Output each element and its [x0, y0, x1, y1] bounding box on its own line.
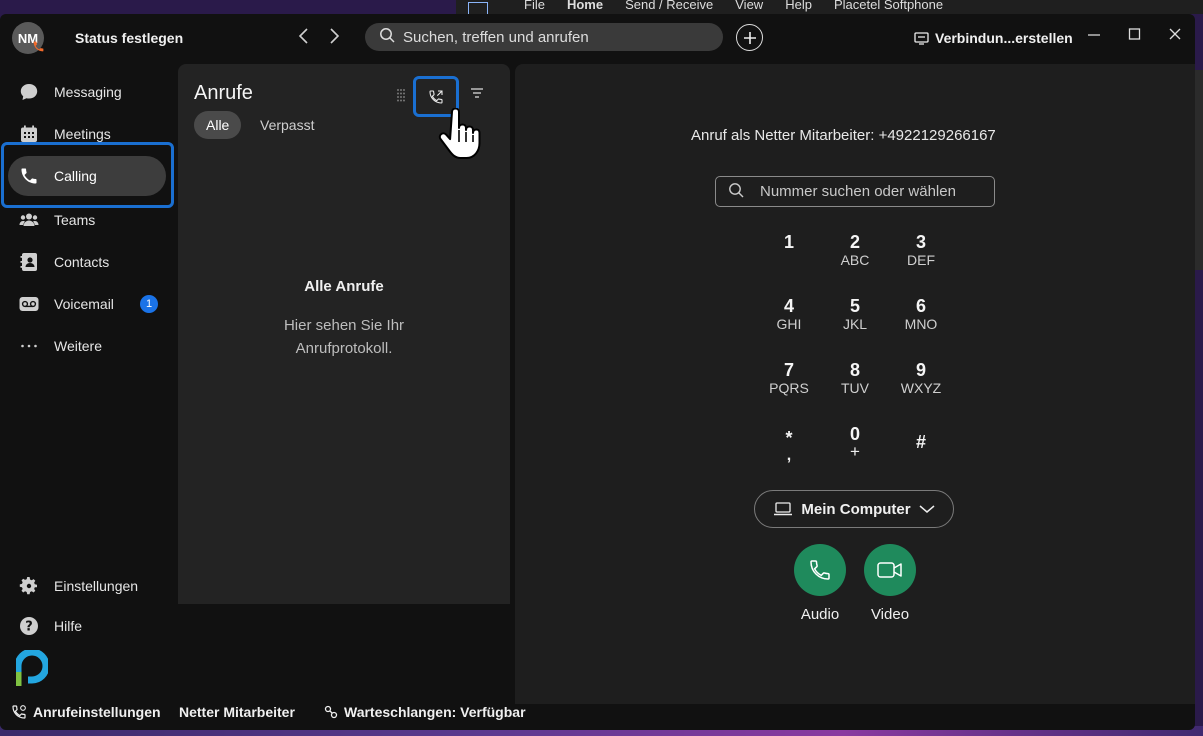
sidebar-item-label: Meetings	[54, 126, 111, 142]
help-button[interactable]: ? Hilfe	[8, 616, 82, 636]
set-status-button[interactable]: Status festlegen	[75, 30, 183, 46]
dial-search-placeholder: Nummer suchen oder wählen	[760, 183, 956, 200]
bg-menu-send-receive[interactable]: Send / Receive	[625, 0, 713, 12]
connect-device-button[interactable]: Verbindun...erstellen	[914, 30, 1073, 46]
help-label: Hilfe	[54, 618, 83, 634]
audio-call-button[interactable]	[794, 544, 846, 596]
queue-icon	[324, 705, 338, 719]
empty-state-title: Alle Anrufe	[304, 278, 384, 295]
global-search-input[interactable]: Suchen, treffen und anrufen	[365, 23, 723, 51]
bg-menu-view[interactable]: View	[735, 0, 763, 12]
background-menu: File Home Send / Receive View Help Place…	[524, 0, 943, 12]
calendar-icon	[18, 125, 40, 143]
video-label: Video	[870, 606, 910, 623]
drag-handle-icon[interactable]	[396, 88, 406, 105]
bg-menu-placetel[interactable]: Placetel Softphone	[834, 0, 943, 12]
hand-cursor-icon	[438, 107, 482, 165]
key-5[interactable]: 5 JKL	[825, 296, 885, 332]
sidebar-item-voicemail[interactable]: Voicemail 1	[8, 284, 166, 324]
bg-menu-help[interactable]: Help	[785, 0, 812, 12]
chat-icon	[18, 82, 40, 102]
filter-icon[interactable]	[470, 86, 484, 102]
settings-button[interactable]: Einstellungen	[8, 576, 138, 596]
empty-state-text: Hier sehen Sie Ihr Anrufprotokoll.	[283, 317, 405, 357]
key-hash[interactable]: #	[891, 432, 951, 452]
dialpad-panel: Anruf als Netter Mitarbeiter: +492212926…	[515, 64, 1195, 704]
voicemail-count-badge: 1	[140, 295, 158, 313]
phone-outgoing-icon	[429, 89, 443, 104]
phone-icon	[810, 560, 830, 580]
phone-settings-icon	[12, 705, 26, 719]
key-8[interactable]: 8 TUV	[825, 360, 885, 396]
gear-icon	[18, 576, 40, 596]
audio-label: Audio	[800, 606, 840, 623]
webex-window: NM Status festlegen Suchen, treffen und …	[0, 14, 1195, 730]
audio-device-label: Mein Computer	[801, 500, 911, 518]
key-2[interactable]: 2 ABC	[825, 232, 885, 268]
new-action-button[interactable]	[736, 24, 763, 51]
page-title: Anrufe	[194, 82, 253, 104]
help-icon: ?	[18, 616, 40, 636]
key-3[interactable]: 3 DEF	[891, 232, 951, 268]
sidebar-item-messaging[interactable]: Messaging	[8, 72, 166, 112]
caller-id-text: Anruf als Netter Mitarbeiter: +492212926…	[691, 127, 996, 144]
connect-device-label: Verbindun...erstellen	[935, 30, 1073, 46]
queue-status-button[interactable]: Warteschlangen: Verfügbar	[324, 704, 526, 720]
sidebar-item-label: Voicemail	[54, 296, 114, 312]
filter-missed-tab[interactable]: Verpasst	[248, 111, 326, 139]
call-settings-button[interactable]: Anrufeinstellungen	[11, 704, 161, 720]
sidebar-item-label: Contacts	[54, 254, 110, 270]
bg-menu-file[interactable]: File	[524, 0, 545, 12]
filter-all-tab[interactable]: Alle	[194, 111, 242, 139]
video-call-button[interactable]	[864, 544, 916, 596]
key-4[interactable]: 4 GHI	[759, 296, 819, 332]
status-bar: Anrufeinstellungen Netter Mitarbeiter Wa…	[0, 700, 1195, 730]
dial-search-input[interactable]: Nummer suchen oder wählen	[715, 176, 995, 207]
key-1[interactable]: 1	[759, 232, 819, 252]
sidebar-item-label: Messaging	[54, 84, 122, 100]
sidebar-item-teams[interactable]: Teams	[8, 200, 166, 240]
title-bar: NM Status festlegen Suchen, treffen und …	[0, 14, 1195, 62]
more-icon	[18, 343, 40, 349]
background-window-edge	[1194, 70, 1203, 270]
user-name-label: Netter Mitarbeiter	[179, 704, 295, 720]
audio-device-select[interactable]: Mein Computer	[754, 490, 954, 528]
user-name-text: Netter Mitarbeiter	[179, 704, 295, 720]
bg-menu-home[interactable]: Home	[567, 0, 603, 12]
search-icon	[728, 182, 744, 202]
close-icon[interactable]	[1168, 26, 1182, 47]
laptop-icon	[774, 502, 793, 516]
settings-label: Einstellungen	[54, 578, 139, 594]
sidebar: Messaging Meetings Calling Teams Contact…	[0, 62, 178, 662]
background-outlook-menubar: File Home Send / Receive View Help Place…	[456, 0, 1203, 14]
sidebar-item-more[interactable]: Weitere	[8, 326, 166, 366]
key-6[interactable]: 6 MNO	[891, 296, 951, 332]
call-settings-label: Anrufeinstellungen	[33, 704, 161, 720]
queue-status-label: Warteschlangen: Verfügbar	[344, 704, 526, 720]
placetel-logo	[14, 648, 50, 693]
key-0[interactable]: 0 +	[825, 424, 885, 460]
sidebar-item-label: Weitere	[54, 338, 102, 354]
chevron-down-icon	[919, 505, 935, 513]
sidebar-item-contacts[interactable]: Contacts	[8, 242, 166, 282]
forward-arrow-icon[interactable]	[327, 26, 341, 52]
sidebar-item-label: Teams	[54, 212, 96, 228]
contacts-icon	[18, 252, 40, 272]
calling-highlight-frame	[1, 142, 174, 208]
video-camera-icon	[877, 562, 902, 578]
key-9[interactable]: 9 WXYZ	[891, 360, 951, 396]
screen-share-icon	[914, 31, 929, 45]
maximize-icon[interactable]	[1128, 26, 1142, 47]
mail-icon	[468, 2, 488, 14]
svg-text:?: ?	[25, 620, 33, 635]
key-star[interactable]: *,	[759, 428, 819, 464]
back-arrow-icon[interactable]	[297, 26, 311, 52]
minimize-icon[interactable]	[1087, 26, 1101, 47]
key-7[interactable]: 7 PQRS	[759, 360, 819, 396]
search-icon	[379, 27, 395, 47]
voicemail-icon	[18, 296, 40, 312]
global-search-placeholder: Suchen, treffen und anrufen	[403, 28, 589, 46]
presence-phone-icon	[32, 40, 45, 53]
people-icon	[18, 212, 40, 228]
